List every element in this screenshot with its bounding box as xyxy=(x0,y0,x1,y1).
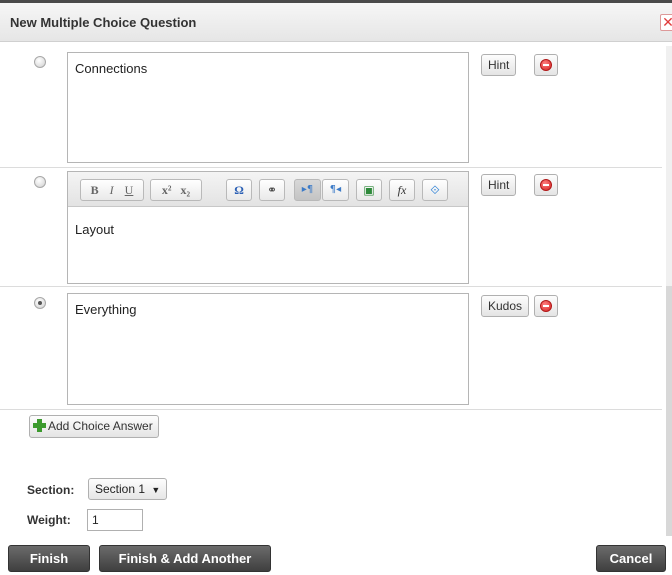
add-choice-answer-button[interactable]: Add Choice Answer xyxy=(29,415,159,438)
finish-add-another-button[interactable]: Finish & Add Another xyxy=(99,545,271,572)
editor-toolbar: B I U x² x₂ Ω ⚭ ▸¶ ¶◂ ▣ fx ⟐ xyxy=(68,172,468,207)
dialog-title: New Multiple Choice Question xyxy=(10,15,197,30)
choice-answer-text: Layout xyxy=(75,222,115,237)
content-scrollbar[interactable] xyxy=(666,46,672,536)
embed-button[interactable]: ⟐ xyxy=(422,179,448,201)
choice-answer-field[interactable]: Connections xyxy=(67,52,469,163)
close-icon[interactable]: ✕ xyxy=(660,14,672,31)
weight-input[interactable] xyxy=(87,509,143,531)
italic-button[interactable]: I xyxy=(110,183,114,197)
superscript-button[interactable]: x² xyxy=(162,183,172,197)
dialog-footer: Finish Finish & Add Another Cancel xyxy=(0,540,672,575)
remove-choice-button[interactable] xyxy=(534,54,558,76)
remove-icon xyxy=(540,59,552,71)
remove-icon xyxy=(540,179,552,191)
ltr-button[interactable]: ▸¶ xyxy=(294,179,321,201)
choice-row: Connections Hint xyxy=(0,42,662,168)
hint-button[interactable]: Hint xyxy=(481,174,517,196)
choice-row: Everything Kudos xyxy=(0,287,662,410)
chevron-down-icon: ▼ xyxy=(151,485,161,495)
section-label: Section: xyxy=(27,483,75,497)
finish-button[interactable]: Finish xyxy=(8,545,90,572)
choice-answer-editor[interactable]: B I U x² x₂ Ω ⚭ ▸¶ ¶◂ ▣ fx ⟐ Layout xyxy=(67,171,469,284)
bold-button[interactable]: B xyxy=(91,183,99,197)
link-button[interactable]: ⚭ xyxy=(259,179,285,201)
weight-label: Weight: xyxy=(27,513,71,527)
image-button[interactable]: ▣ xyxy=(356,179,382,201)
add-choice-label: Add Choice Answer xyxy=(48,419,153,433)
choice-radio[interactable] xyxy=(34,56,46,68)
subscript-button[interactable]: x₂ xyxy=(181,183,191,197)
section-select[interactable]: Section 1 ▼ xyxy=(88,478,168,500)
remove-choice-button[interactable] xyxy=(534,174,558,196)
choice-answer-field[interactable]: Everything xyxy=(67,293,469,405)
formula-button[interactable]: fx xyxy=(389,179,415,201)
choice-radio-selected[interactable] xyxy=(34,297,46,309)
rtl-button[interactable]: ¶◂ xyxy=(322,179,349,201)
remove-choice-button[interactable] xyxy=(534,295,558,317)
scrollbar-thumb[interactable] xyxy=(666,286,672,536)
dialog-titlebar: New Multiple Choice Question ✕ xyxy=(0,0,672,42)
script-group: x² x₂ xyxy=(150,179,202,201)
choice-row: B I U x² x₂ Ω ⚭ ▸¶ ¶◂ ▣ fx ⟐ Layout Hint xyxy=(0,168,662,287)
section-value: Section 1 xyxy=(95,482,146,496)
kudos-button[interactable]: Kudos xyxy=(481,295,530,317)
text-style-group: B I U xyxy=(80,179,144,201)
hint-button[interactable]: Hint xyxy=(481,54,517,76)
choice-radio[interactable] xyxy=(34,176,46,188)
choice-answer-text: Everything xyxy=(75,302,137,317)
cancel-button[interactable]: Cancel xyxy=(596,545,666,572)
multiple-choice-dialog: New Multiple Choice Question ✕ Connectio… xyxy=(0,0,672,575)
special-character-button[interactable]: Ω xyxy=(226,179,252,201)
choice-answer-text: Connections xyxy=(75,61,148,76)
plus-icon xyxy=(33,419,46,432)
remove-icon xyxy=(540,300,552,312)
underline-button[interactable]: U xyxy=(125,183,134,197)
